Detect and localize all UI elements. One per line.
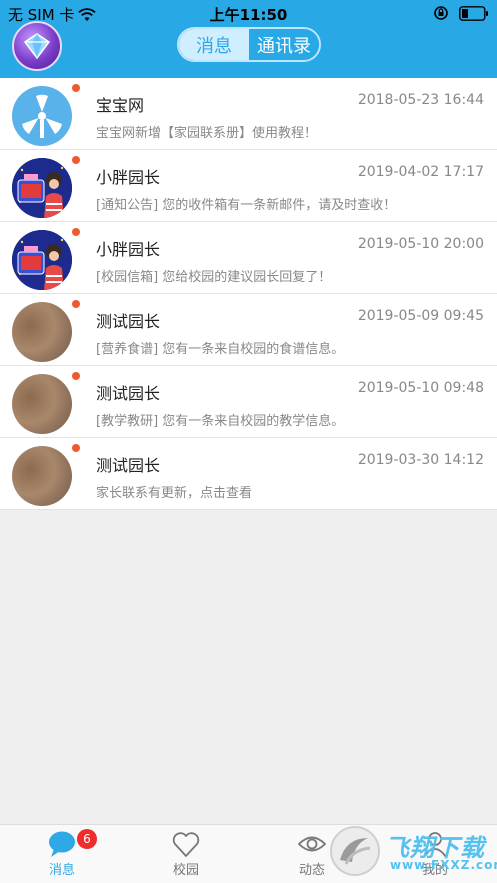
app-header: 无 SIM 卡 上午11:50 消息 通讯录 bbox=[0, 0, 497, 78]
segment-control: 消息 通讯录 bbox=[177, 27, 321, 62]
message-row[interactable]: 宝宝网 2018-05-23 16:44 宝宝网新增【家园联系册】使用教程！ bbox=[0, 78, 497, 150]
unread-dot bbox=[72, 444, 80, 452]
message-row[interactable]: 测试园长 2019-03-30 14:12 家长联系有更新，点击查看 bbox=[0, 438, 497, 510]
message-row[interactable]: 测试园长 2019-05-10 09:48 [教学教研] 您有一条来自校园的教学… bbox=[0, 366, 497, 438]
message-preview: [通知公告] 您的收件箱有一条新邮件，请及时查收！ bbox=[96, 198, 397, 213]
tab-bar-label: 消息 bbox=[48, 863, 75, 878]
unread-dot bbox=[72, 156, 80, 164]
message-list: 宝宝网 2018-05-23 16:44 宝宝网新增【家园联系册】使用教程！ 小… bbox=[0, 78, 497, 510]
status-bar: 无 SIM 卡 上午11:50 bbox=[0, 0, 497, 26]
rotation-lock-icon bbox=[434, 6, 448, 20]
tab-messages[interactable]: 消息 bbox=[179, 29, 249, 60]
chat-bubble-icon bbox=[49, 831, 75, 857]
watermark-logo bbox=[330, 826, 380, 876]
message-preview: [教学教研] 您有一条来自校园的教学信息。 bbox=[96, 414, 345, 429]
sender-name: 小胖园长 bbox=[96, 168, 161, 187]
message-preview: 家长联系有更新，点击查看 bbox=[96, 486, 253, 501]
status-right bbox=[433, 5, 489, 21]
principal-avatar-image bbox=[12, 158, 72, 218]
avatar bbox=[12, 86, 72, 146]
unread-dot bbox=[72, 228, 80, 236]
eye-icon bbox=[297, 836, 327, 852]
sender-name: 测试园长 bbox=[96, 312, 161, 331]
tab-contacts[interactable]: 通讯录 bbox=[249, 29, 319, 60]
unread-dot bbox=[72, 300, 80, 308]
message-time: 2019-05-10 20:00 bbox=[357, 236, 484, 252]
message-time: 2019-05-09 09:45 bbox=[357, 308, 484, 324]
avatar bbox=[12, 158, 72, 218]
message-row[interactable]: 小胖园长 2019-04-02 17:17 [通知公告] 您的收件箱有一条新邮件… bbox=[0, 150, 497, 222]
principal-avatar-image bbox=[12, 230, 72, 290]
unread-count-badge: 6 bbox=[77, 829, 97, 849]
fan-icon bbox=[22, 94, 62, 138]
app-logo[interactable] bbox=[12, 21, 62, 71]
status-time: 上午11:50 bbox=[209, 6, 288, 24]
message-time: 2018-05-23 16:44 bbox=[357, 92, 484, 108]
unread-dot bbox=[72, 372, 80, 380]
tab-bar-item-messages[interactable]: 6 消息 bbox=[0, 825, 124, 883]
battery-icon bbox=[459, 5, 488, 21]
watermark: 飞翔下载 www.FXXZ.com bbox=[330, 826, 497, 876]
message-row[interactable]: 小胖园长 2019-05-10 20:00 [校园信箱] 您给校园的建议园长回复… bbox=[0, 222, 497, 294]
message-row[interactable]: 测试园长 2019-05-09 09:45 [营养食谱] 您有一条来自校园的食谱… bbox=[0, 294, 497, 366]
tab-bar-label: 校园 bbox=[172, 863, 199, 878]
tab-bar-item-campus[interactable]: 校园 bbox=[124, 825, 248, 883]
message-time: 2019-03-30 14:12 bbox=[357, 452, 484, 468]
unread-dot bbox=[72, 84, 80, 92]
sender-name: 测试园长 bbox=[96, 456, 161, 475]
message-preview: 宝宝网新增【家园联系册】使用教程！ bbox=[96, 126, 318, 141]
message-time: 2019-04-02 17:17 bbox=[357, 164, 484, 180]
sender-name: 小胖园长 bbox=[96, 240, 161, 259]
watermark-url: www.FXXZ.com bbox=[390, 858, 497, 872]
avatar bbox=[12, 446, 72, 506]
message-preview: [校园信箱] 您给校园的建议园长回复了！ bbox=[96, 270, 332, 285]
avatar bbox=[12, 302, 72, 362]
sender-name: 测试园长 bbox=[96, 384, 161, 403]
message-preview: [营养食谱] 您有一条来自校园的食谱信息。 bbox=[96, 342, 345, 357]
avatar bbox=[12, 230, 72, 290]
heart-icon bbox=[172, 832, 200, 857]
sender-name: 宝宝网 bbox=[96, 96, 145, 115]
avatar bbox=[12, 374, 72, 434]
message-time: 2019-05-10 09:48 bbox=[357, 380, 484, 396]
diamond-icon bbox=[24, 33, 50, 59]
